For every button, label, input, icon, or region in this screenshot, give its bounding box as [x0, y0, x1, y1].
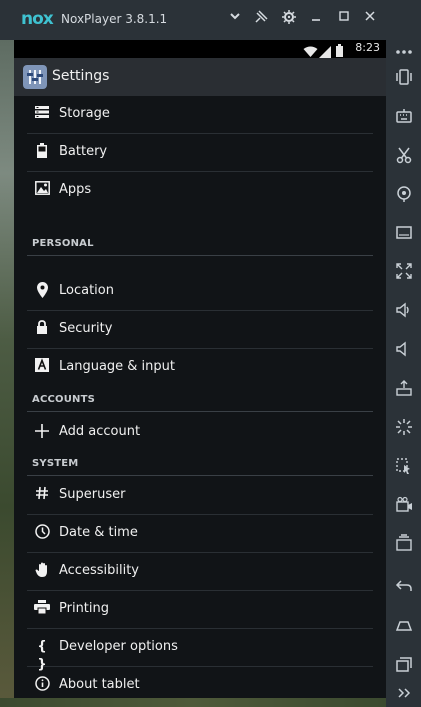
expand-icon[interactable] [393, 683, 415, 705]
nox-logo: nox [21, 9, 54, 29]
video-icon[interactable] [393, 496, 415, 518]
item-label: Security [59, 321, 113, 336]
apps-icon [33, 181, 51, 199]
volume-up-icon[interactable] [393, 301, 415, 323]
item-label: Language & input [59, 359, 175, 374]
hash-icon [33, 486, 51, 504]
loading-icon[interactable] [393, 418, 415, 440]
settings-item-battery[interactable]: Battery [27, 134, 373, 172]
settings-item-accessibility[interactable]: Accessibility [27, 553, 373, 591]
item-label: Printing [59, 601, 110, 616]
item-label: Storage [59, 106, 110, 121]
app-title: NoxPlayer 3.8.1.1 [61, 12, 168, 26]
shake-icon[interactable] [393, 68, 415, 90]
settings-item-storage[interactable]: Storage [27, 96, 373, 134]
item-label: Battery [59, 144, 108, 159]
settings-item-printing[interactable]: Printing [27, 591, 373, 629]
home-icon[interactable] [393, 616, 415, 638]
macro-icon[interactable] [393, 457, 415, 479]
status-time: 8:23 [355, 41, 380, 54]
section-label: SYSTEM [32, 458, 79, 469]
settings-item-location[interactable]: Location [27, 273, 373, 311]
section-header-system: SYSTEM [27, 455, 373, 476]
pin-icon[interactable] [252, 10, 270, 28]
tool-sidebar [386, 40, 421, 707]
settings-item-about-tablet[interactable]: About tablet [27, 667, 373, 704]
item-label: Superuser [59, 487, 126, 502]
settings-item-add-account[interactable]: Add account [27, 414, 373, 451]
plus-icon [33, 423, 51, 441]
page-title: Settings [52, 68, 110, 84]
multi-instance-icon[interactable] [393, 534, 415, 556]
apk-icon[interactable] [393, 379, 415, 401]
scissors-icon[interactable] [393, 146, 415, 168]
status-bar: 8:23 [14, 40, 386, 58]
section-label: PERSONAL [32, 238, 94, 249]
settings-item-apps[interactable]: Apps [27, 172, 373, 209]
storage-icon [33, 105, 51, 123]
location-icon[interactable] [393, 185, 415, 207]
chevron-down-icon[interactable] [226, 10, 244, 28]
keyboard-letter-icon [33, 358, 51, 376]
lock-icon [33, 320, 51, 338]
info-icon [33, 676, 51, 694]
recent-icon[interactable] [393, 655, 415, 677]
item-label: Apps [59, 182, 92, 197]
settings-list: Storage Battery Apps PERSONAL Location S… [14, 96, 386, 698]
keyboard-icon[interactable] [393, 107, 415, 129]
item-label: Add account [59, 424, 141, 439]
more-icon[interactable] [393, 40, 415, 62]
action-bar: Settings [14, 58, 386, 96]
wallpaper-edge [0, 40, 14, 707]
android-screen: 8:23 Settings Storage Battery Apps PERSO… [14, 40, 386, 698]
volume-down-icon[interactable] [393, 340, 415, 362]
braces-icon: { } [37, 639, 47, 672]
settings-item-security[interactable]: Security [27, 311, 373, 349]
gear-icon[interactable] [280, 10, 298, 28]
item-label: About tablet [59, 677, 140, 692]
battery-icon [33, 143, 51, 161]
section-header-personal: PERSONAL [27, 235, 373, 256]
section-label: ACCOUNTS [32, 394, 96, 405]
settings-item-superuser[interactable]: Superuser [27, 477, 373, 515]
printer-icon [33, 600, 51, 618]
clock-icon [33, 524, 51, 542]
settings-item-language[interactable]: Language & input [27, 349, 373, 386]
settings-item-date-time[interactable]: Date & time [27, 515, 373, 553]
maximize-icon[interactable] [335, 10, 353, 28]
item-label: Accessibility [59, 563, 139, 578]
section-header-accounts: ACCOUNTS [27, 391, 373, 412]
minimize-icon[interactable] [307, 10, 325, 28]
title-bar: nox NoxPlayer 3.8.1.1 [0, 0, 421, 40]
settings-item-developer-options[interactable]: { } Developer options [27, 629, 373, 672]
back-icon[interactable] [393, 577, 415, 599]
screen-icon[interactable] [393, 224, 415, 246]
settings-app-icon[interactable] [23, 65, 47, 89]
close-icon[interactable] [361, 10, 379, 28]
location-icon [33, 282, 51, 300]
item-label: Date & time [59, 525, 138, 540]
item-label: Developer options [59, 639, 178, 654]
fullscreen-icon[interactable] [393, 262, 415, 284]
hand-icon [33, 562, 51, 580]
item-label: Location [59, 283, 114, 298]
